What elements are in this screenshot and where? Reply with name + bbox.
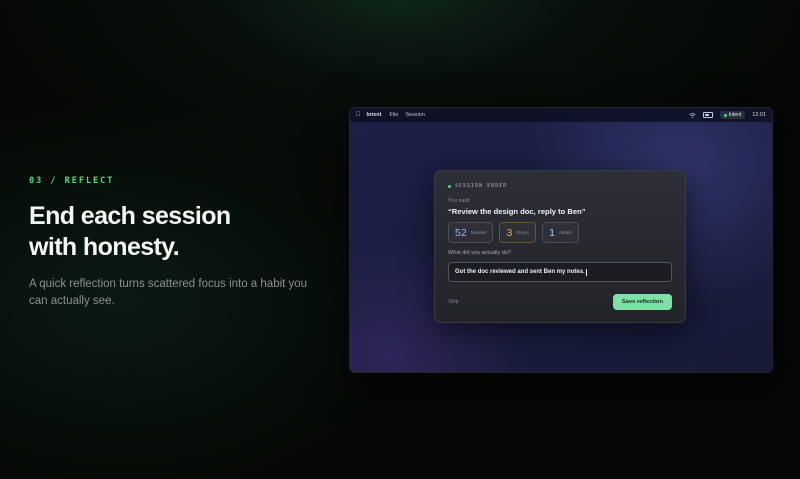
- session-dot-icon: [448, 184, 451, 188]
- intent-status-label: Intent: [728, 112, 742, 118]
- headline-line-2: with honesty.: [29, 233, 180, 261]
- menu-file[interactable]: File: [389, 112, 398, 118]
- reflection-input[interactable]: Got the doc reviewed and sent Ben my not…: [448, 262, 672, 282]
- section-eyebrow: 03 / REFLECT: [29, 176, 115, 186]
- section-subtext: A quick reflection turns scattered focus…: [29, 278, 308, 307]
- reflection-question: What did you actually do?: [448, 250, 511, 256]
- stat-added: 1 Added: [542, 222, 579, 243]
- section-headline: End each session with honesty.: [29, 201, 329, 263]
- stat-added-label: Added: [558, 230, 572, 235]
- menu-bar:  Intent File Session Intent 12:01: [350, 108, 772, 122]
- stat-minutes: 52 Minutes: [448, 222, 494, 243]
- stat-strays: 3 Strays: [499, 222, 537, 243]
- feature-section: 03 / REFLECT End each session with hones…: [29, 176, 329, 310]
- menu-clock[interactable]: 12:01: [752, 112, 766, 118]
- intent-status-badge[interactable]: Intent: [719, 111, 746, 119]
- stat-added-value: 1: [549, 226, 555, 239]
- menu-app-name[interactable]: Intent: [367, 112, 382, 118]
- reflection-input-value: Got the doc reviewed and sent Ben my not…: [455, 269, 585, 275]
- you-said-label: You said:: [448, 198, 471, 204]
- card-eyebrow-label: SESSION ENDED: [455, 183, 508, 189]
- save-reflection-button[interactable]: Save reflection: [612, 294, 672, 310]
- card-footer: Skip Save reflection: [448, 294, 672, 310]
- stat-minutes-value: 52: [455, 226, 467, 239]
- mac-window-mockup:  Intent File Session Intent 12:01 SESSI…: [349, 107, 773, 373]
- intent-quote: “Review the design doc, reply to Ben”: [448, 207, 586, 216]
- status-dot-icon: [723, 113, 727, 117]
- menu-session[interactable]: Session: [405, 112, 425, 118]
- text-caret: [585, 268, 587, 276]
- session-reflection-card: SESSION ENDED You said: “Review the desi…: [434, 170, 686, 323]
- stat-strays-label: Strays: [516, 230, 530, 235]
- skip-button[interactable]: Skip: [448, 299, 459, 305]
- apple-icon[interactable]: : [356, 112, 361, 118]
- stat-minutes-label: Minutes: [470, 230, 487, 235]
- headline-line-1: End each session: [29, 202, 231, 230]
- stat-strays-value: 3: [506, 226, 513, 239]
- wifi-icon[interactable]: [688, 112, 696, 118]
- card-eyebrow: SESSION ENDED: [448, 183, 672, 189]
- session-stats: 52 Minutes 3 Strays 1 Added: [448, 222, 672, 243]
- battery-icon[interactable]: [702, 112, 713, 118]
